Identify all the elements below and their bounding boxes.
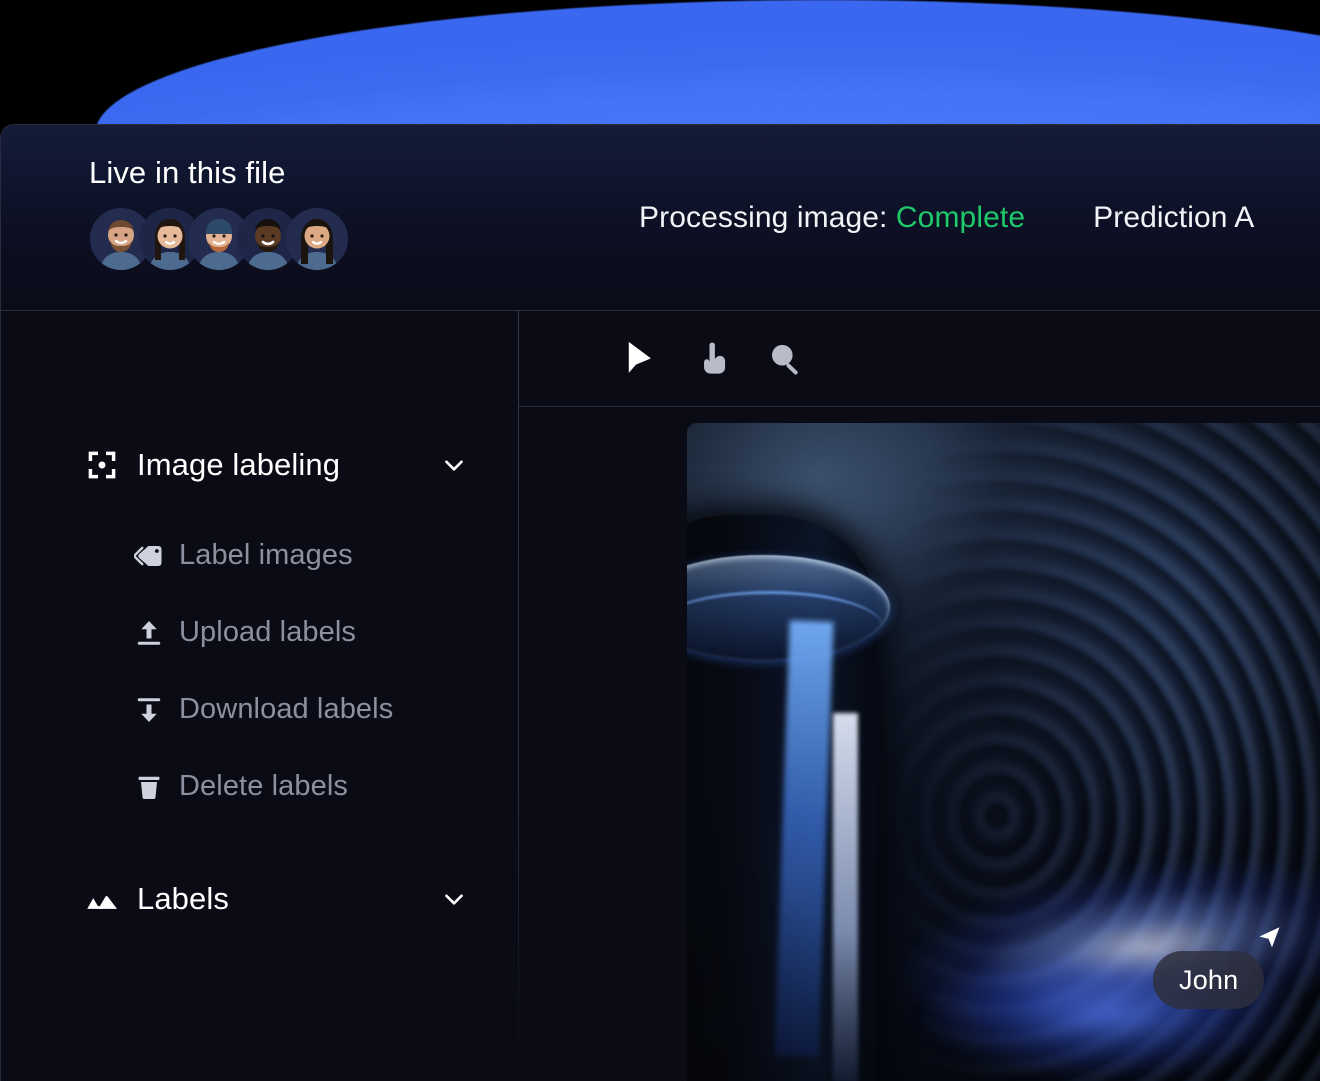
sidebar-section-labels[interactable]: Labels [1,873,519,925]
sidebar-item-download-labels[interactable]: Download labels [1,671,519,748]
select-tool-button[interactable] [613,331,669,387]
sidebar-item-label: Label images [179,539,353,571]
sidebar-section-label: Labels [137,881,229,916]
sidebar-item-label: Delete labels [179,770,348,802]
status-prediction-accuracy: Prediction A [1093,201,1254,235]
glow-dither-edge [95,0,1320,140]
status-processing-value: Complete [895,201,1026,234]
zoom-tool-button[interactable] [757,331,813,387]
upload-icon [133,617,165,649]
cursor-arrow-icon [1259,927,1280,948]
canvas-area: John Sophie [519,311,1320,1081]
status-prediction-label: Prediction A [1093,201,1255,234]
tag-icon [133,540,165,572]
status-processing-image: Processing image: Complete [639,201,1025,235]
sidebar-item-upload-labels[interactable]: Upload labels [1,594,519,671]
app-body: Image labeling Label images Upload label… [1,311,1320,1081]
background-glow [0,0,1320,140]
trash-icon [133,771,165,803]
sidebar-item-label-images[interactable]: Label images [1,517,519,594]
avatar[interactable] [286,208,348,270]
chevron-down-icon[interactable] [441,886,467,912]
chevron-down-icon[interactable] [441,452,467,478]
sidebar-subitems-image-labeling: Label images Upload labels Download labe… [1,517,519,825]
live-presence-block: Live in this file [89,157,348,270]
focus-frame-icon [85,448,119,482]
sidebar-item-delete-labels[interactable]: Delete labels [1,748,519,825]
avatar-5-image [286,208,348,270]
sidebar-item-label: Download labels [179,693,394,725]
live-in-file-title: Live in this file [89,155,286,190]
canvas-toolbar [519,311,1320,407]
pan-tool-button[interactable] [685,331,741,387]
pointing-hand-icon [704,341,726,374]
magnifier-icon [771,344,798,375]
download-icon [133,694,165,726]
mountains-icon [85,882,119,916]
sidebar: Image labeling Label images Upload label… [1,311,519,1081]
cursor-arrow-icon [628,341,651,373]
app-window: Live in this file Processing image: Comp… [0,124,1320,1081]
status-bar: Processing image: Complete Prediction A [639,125,1254,311]
screen: Live in this file Processing image: Comp… [0,0,1320,1081]
sidebar-item-label: Upload labels [179,616,357,648]
status-processing-label: Processing image: [639,201,888,234]
sidebar-section-image-labeling[interactable]: Image labeling [1,439,519,491]
app-header: Live in this file Processing image: Comp… [1,125,1320,311]
sidebar-section-label: Image labeling [137,447,341,482]
avatar-stack [90,208,348,270]
collaborator-name-badge: John [1153,951,1265,1009]
